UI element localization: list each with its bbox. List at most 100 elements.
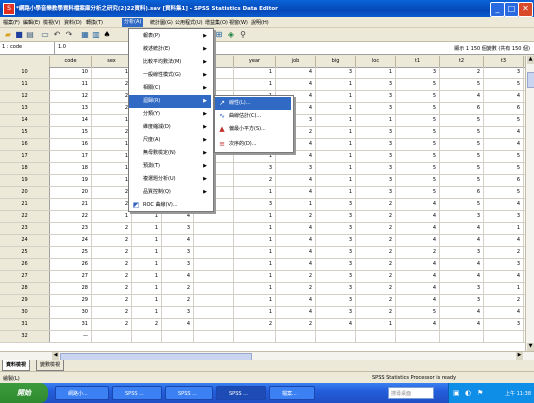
table-cell[interactable]	[440, 331, 484, 342]
table-cell[interactable]: 27	[50, 271, 92, 282]
table-cell[interactable]: 1	[234, 67, 276, 78]
table-cell[interactable]: 3	[484, 67, 524, 78]
table-cell[interactable]: 1	[316, 91, 356, 102]
menu-transform[interactable]: 轉換(T)	[86, 19, 103, 26]
row-header[interactable]: 20	[0, 187, 50, 198]
table-cell[interactable]: 3	[356, 127, 396, 138]
table-cell[interactable]: 5	[440, 115, 484, 126]
table-cell[interactable]: 2	[234, 319, 276, 330]
analyze-menu-item[interactable]: 一般線性模式(G) ▶	[129, 69, 211, 82]
table-cell[interactable]: 5	[440, 151, 484, 162]
table-cell[interactable]: 2	[92, 91, 132, 102]
table-cell[interactable]: 2	[92, 283, 132, 294]
analyze-menu-item[interactable]: ROC 曲線(V)... ◩	[129, 199, 211, 212]
table-cell[interactable]: 1	[234, 247, 276, 258]
table-cell[interactable]: 3	[356, 187, 396, 198]
table-cell[interactable]: 3	[316, 67, 356, 78]
table-cell[interactable]: 5	[396, 151, 440, 162]
table-cell[interactable]: 4	[396, 295, 440, 306]
analyze-menu-item[interactable]: 迴歸(R) ▶	[129, 95, 211, 108]
table-cell[interactable]: 4	[276, 175, 316, 186]
table-cell[interactable]: 4	[484, 139, 524, 150]
row-header[interactable]: 10	[0, 67, 50, 78]
table-cell[interactable]: 5	[440, 199, 484, 210]
table-cell[interactable]: 22	[50, 211, 92, 222]
table-cell[interactable]: 23	[50, 223, 92, 234]
table-cell[interactable]: 4	[396, 259, 440, 270]
find-icon[interactable]: ♠	[102, 30, 112, 40]
analyze-menu-item[interactable]: 敘述統計(E) ▶	[129, 43, 211, 56]
row-header[interactable]: 12	[0, 91, 50, 102]
table-cell[interactable]: 1	[316, 175, 356, 186]
row-header[interactable]: 15	[0, 127, 50, 138]
table-cell[interactable]: 13	[50, 103, 92, 114]
table-cell[interactable]: 30	[50, 307, 92, 318]
row-header[interactable]: 30	[0, 307, 50, 318]
table-cell[interactable]: 1	[316, 163, 356, 174]
table-cell[interactable]: 3	[234, 163, 276, 174]
table-cell[interactable]: 3	[356, 139, 396, 150]
table-cell[interactable]: 4	[276, 223, 316, 234]
table-cell[interactable]: 3	[356, 79, 396, 90]
analyze-menu-item[interactable]: 預測(T) ▶	[129, 160, 211, 173]
table-cell[interactable]: 2	[92, 235, 132, 246]
table-cell[interactable]: 5	[484, 151, 524, 162]
table-cell[interactable]	[194, 319, 234, 330]
table-cell[interactable]: 5	[396, 91, 440, 102]
table-cell[interactable]: 4	[276, 247, 316, 258]
table-cell[interactable]: 3	[162, 223, 194, 234]
table-cell[interactable]: 5	[440, 79, 484, 90]
analyze-menu-item[interactable]: 尺度(A) ▶	[129, 134, 211, 147]
regression-menu-item[interactable]: ↗ 線性(L)...	[215, 97, 291, 110]
close-button[interactable]: ✕	[518, 2, 533, 17]
value-labels-icon[interactable]: ⚲	[238, 30, 248, 40]
row-header[interactable]: 25	[0, 247, 50, 258]
undo-icon[interactable]: ↶	[52, 30, 62, 40]
table-cell[interactable]: 4	[316, 319, 356, 330]
table-cell[interactable]: 1	[132, 259, 162, 270]
table-cell[interactable]: 6	[484, 175, 524, 186]
table-cell[interactable]: 3	[316, 283, 356, 294]
table-cell[interactable]: 3	[316, 235, 356, 246]
volume-icon[interactable]: ◐	[465, 389, 471, 397]
table-cell[interactable]: 2	[356, 295, 396, 306]
menu-utilities[interactable]: 公用程式(U)	[175, 19, 203, 26]
table-cell[interactable]: 1	[234, 295, 276, 306]
table-cell[interactable]: 4	[396, 271, 440, 282]
table-cell[interactable]: 1	[92, 175, 132, 186]
table-cell[interactable]	[194, 247, 234, 258]
row-header[interactable]: 11	[0, 79, 50, 90]
column-header-year[interactable]: year	[234, 56, 276, 67]
table-cell[interactable]: 1	[132, 235, 162, 246]
analyze-menu-item[interactable]: 報表(P) ▶	[129, 30, 211, 43]
table-cell[interactable]: 2	[484, 295, 524, 306]
column-header-sex[interactable]: sex	[92, 56, 132, 67]
table-cell[interactable]: 4	[440, 235, 484, 246]
table-cell[interactable]: 3	[356, 91, 396, 102]
row-header[interactable]: 19	[0, 175, 50, 186]
analyze-menu-item[interactable]: 比較平均數法(M) ▶	[129, 56, 211, 69]
table-cell[interactable]: 1	[316, 79, 356, 90]
table-cell[interactable]: 5	[484, 79, 524, 90]
table-cell[interactable]: 4	[484, 91, 524, 102]
table-cell[interactable]: 3	[396, 67, 440, 78]
table-cell[interactable]: 1	[316, 115, 356, 126]
table-cell[interactable]: 5	[440, 139, 484, 150]
table-cell[interactable]: 3	[234, 199, 276, 210]
weight-cases-icon[interactable]: ◈	[226, 30, 236, 40]
table-cell[interactable]: 3	[356, 151, 396, 162]
table-cell[interactable]: 5	[396, 127, 440, 138]
table-cell[interactable]: 2	[276, 271, 316, 282]
taskbar-item[interactable]: SPSS ...	[216, 386, 266, 400]
recall-dialog-icon[interactable]: ▭	[40, 30, 50, 40]
table-cell[interactable]: 3	[356, 103, 396, 114]
table-cell[interactable]: 2	[92, 319, 132, 330]
table-cell[interactable]: 1	[316, 139, 356, 150]
table-cell[interactable]: 5	[440, 163, 484, 174]
table-cell[interactable]: 3	[162, 247, 194, 258]
scroll-down-icon[interactable]: ▼	[527, 343, 534, 351]
table-cell[interactable]	[356, 331, 396, 342]
table-cell[interactable]: 2	[92, 79, 132, 90]
table-cell[interactable]: 1	[316, 187, 356, 198]
analyze-menu-item[interactable]: 維度縮減(D) ▶	[129, 121, 211, 134]
